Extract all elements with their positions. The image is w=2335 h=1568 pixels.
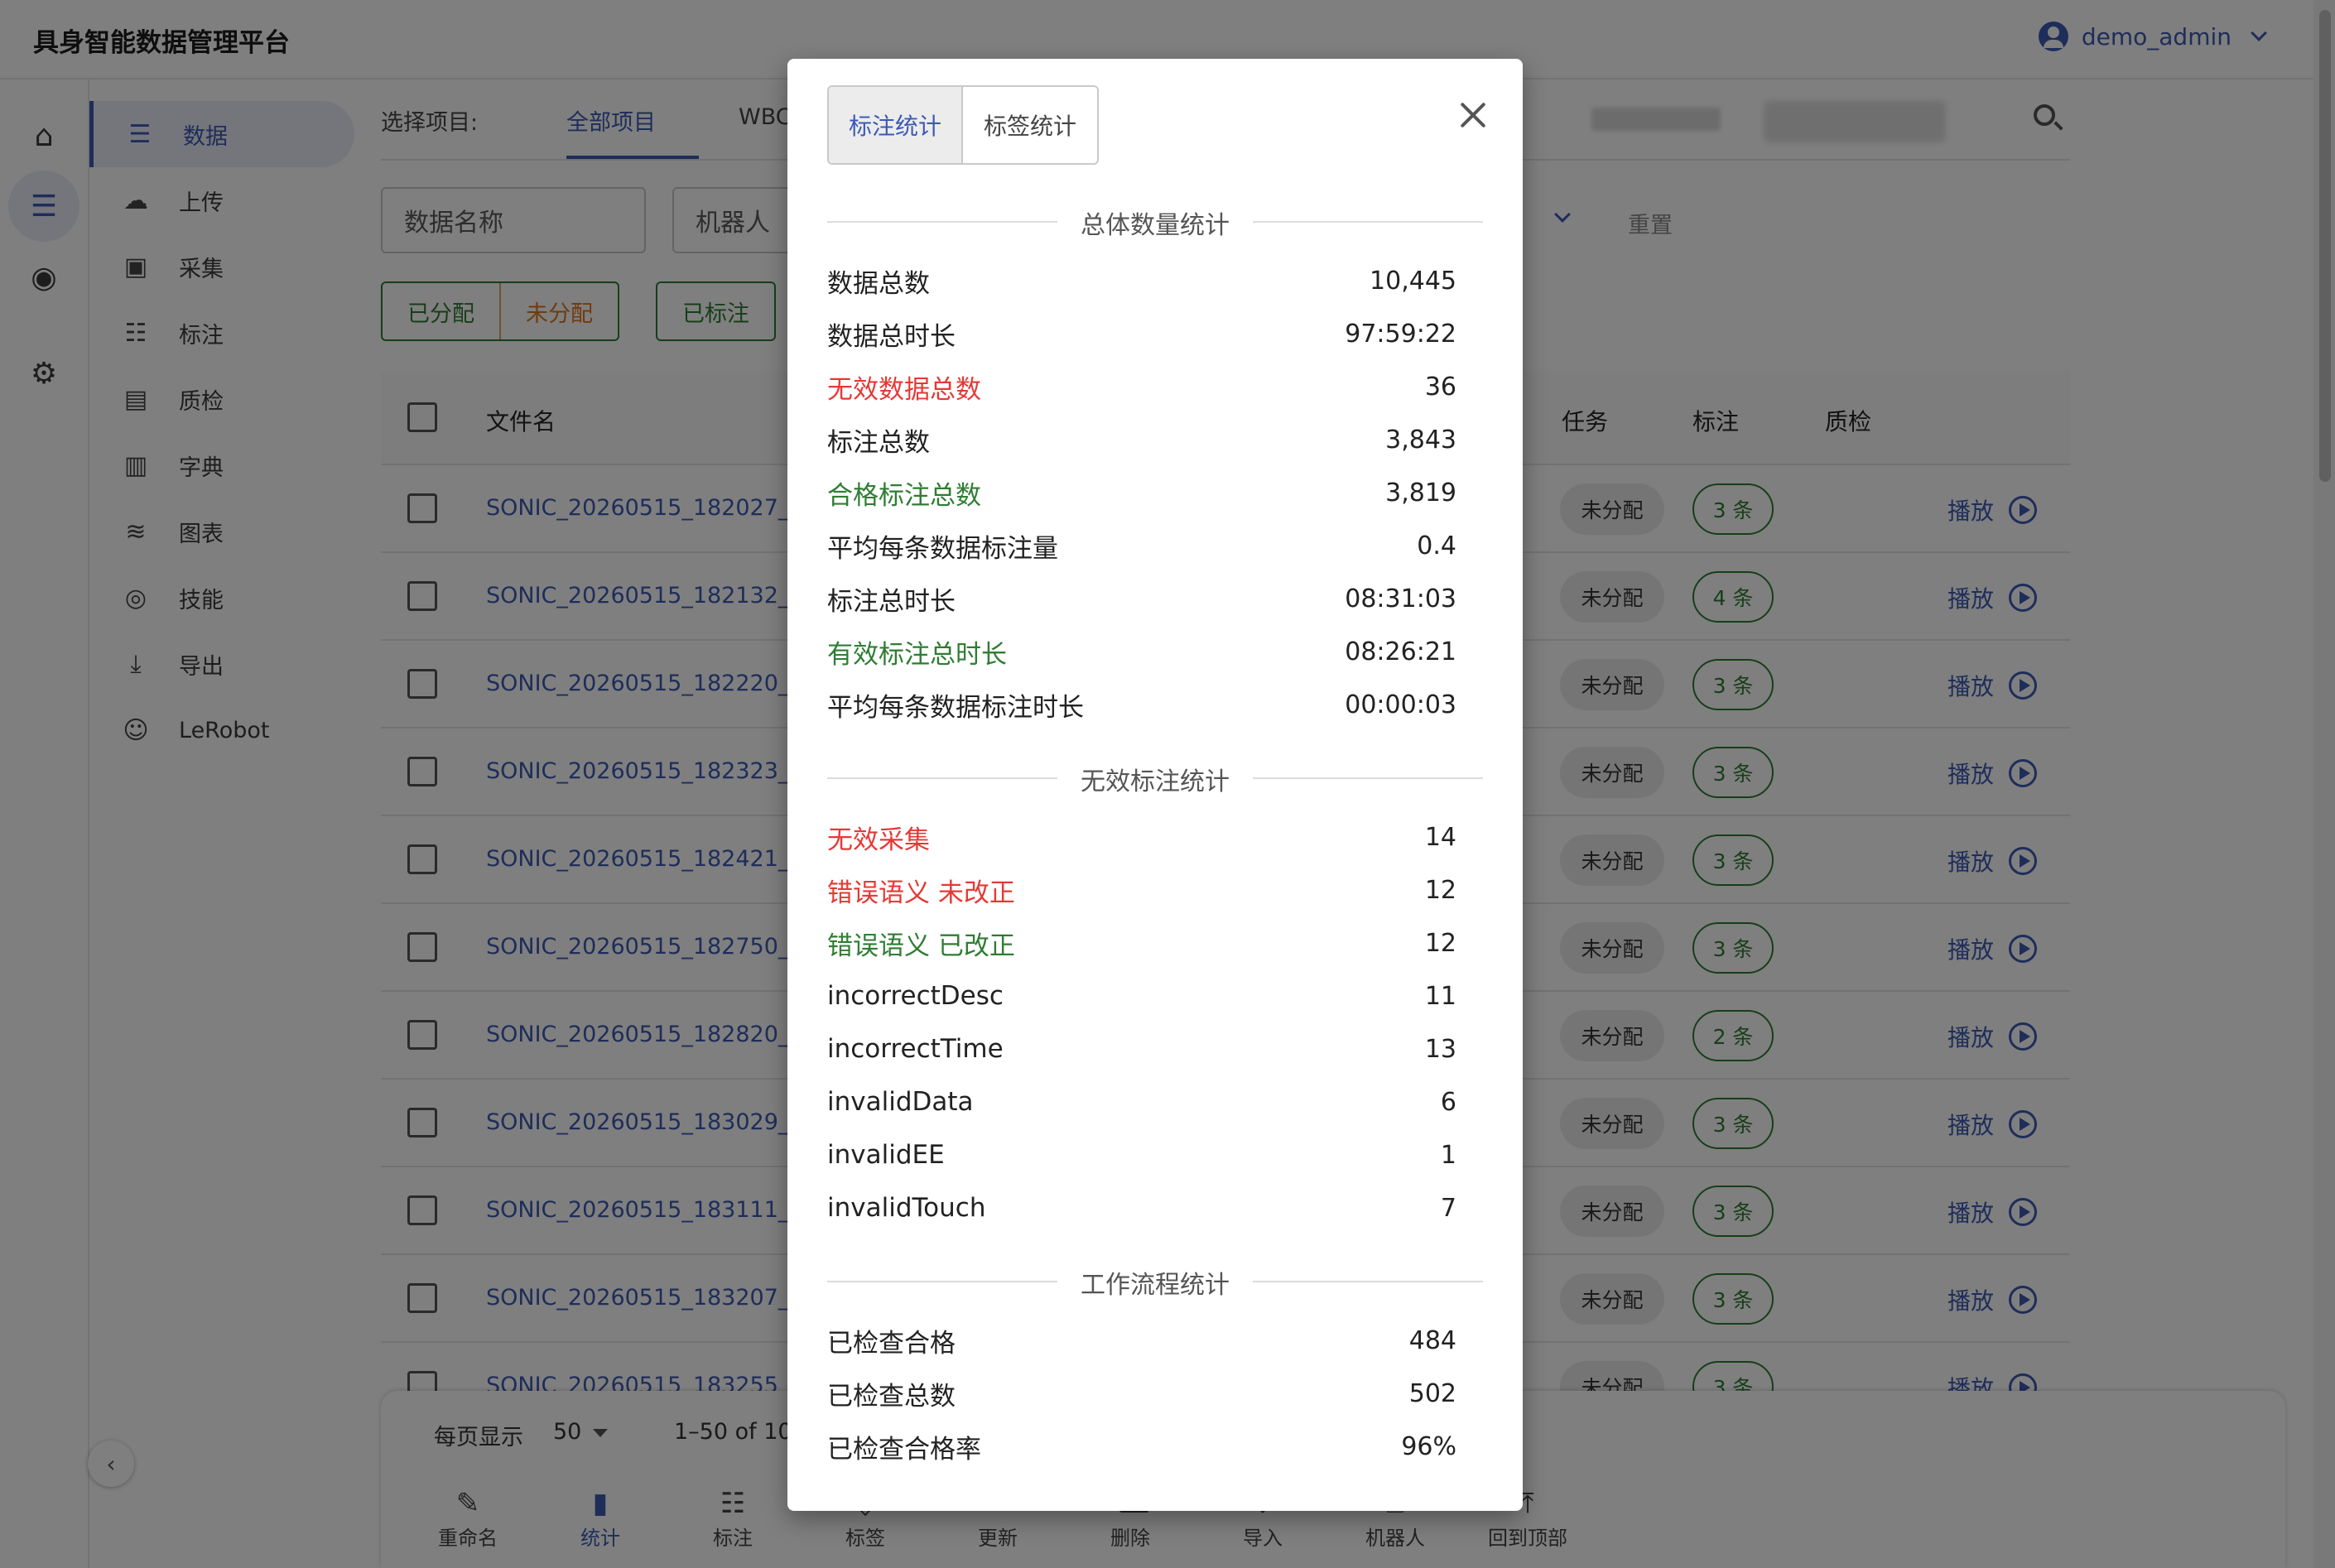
- divider: [1253, 221, 1483, 223]
- stat-label: 合格标注总数: [827, 480, 981, 511]
- stat-value: 08:26:21: [1345, 637, 1456, 666]
- stat-row: 错误语义 未改正 12: [827, 872, 1456, 908]
- stat-row: 已检查合格率 96%: [827, 1428, 1456, 1465]
- stat-value: 00:00:03: [1345, 690, 1456, 719]
- section-header: 工作流程统计: [827, 1264, 1483, 1300]
- divider: [1253, 777, 1483, 779]
- divider: [1253, 1281, 1483, 1282]
- stat-label: 已检查总数: [827, 1381, 956, 1412]
- stat-row: incorrectDesc 11: [827, 978, 1456, 1014]
- stat-row: 已检查总数 502: [827, 1375, 1456, 1412]
- stat-row: invalidTouch 7: [827, 1190, 1456, 1226]
- tab-label-stats[interactable]: 标签统计: [963, 87, 1097, 163]
- stat-row: 无效数据总数 36: [827, 368, 1456, 405]
- stat-row: 数据总数 10,445: [827, 262, 1456, 299]
- stat-row: 已检查合格 484: [827, 1322, 1456, 1359]
- stat-value: 3,843: [1385, 425, 1456, 455]
- stat-value: 502: [1408, 1378, 1456, 1408]
- stat-row: 标注总数 3,843: [827, 421, 1456, 458]
- stat-label: 已检查合格: [827, 1328, 956, 1359]
- stat-label: 有效标注总时长: [827, 639, 1007, 670]
- stat-row: invalidEE 1: [827, 1137, 1456, 1173]
- stat-row: 有效标注总时长 08:26:21: [827, 633, 1456, 670]
- stat-row: 错误语义 已改正 12: [827, 925, 1456, 961]
- stat-label: incorrectTime: [827, 1034, 1004, 1064]
- stat-value: 7: [1440, 1193, 1456, 1223]
- stat-value: 12: [1424, 928, 1456, 958]
- stat-label: 标注总数: [827, 427, 930, 458]
- statistics-dialog: 标注统计 标签统计 总体数量统计数据总数 10,445 数据总时长 97:59:22 无…: [787, 59, 1523, 1511]
- stat-label: incorrectDesc: [827, 981, 1004, 1011]
- stat-value: 12: [1424, 875, 1456, 905]
- section-header: 总体数量统计: [827, 204, 1483, 240]
- stat-row: incorrectTime 13: [827, 1031, 1456, 1067]
- stat-value: 10,445: [1370, 266, 1456, 296]
- stat-label: 标注总时长: [827, 586, 956, 617]
- section-title: 无效标注统计: [1081, 767, 1230, 796]
- stat-row: 合格标注总数 3,819: [827, 474, 1456, 511]
- section-header: 无效标注统计: [827, 761, 1483, 796]
- stat-value: 13: [1424, 1034, 1456, 1064]
- stat-value: 97:59:22: [1345, 319, 1456, 349]
- stat-value: 08:31:03: [1345, 584, 1456, 613]
- tab-annotation-stats[interactable]: 标注统计: [829, 87, 963, 163]
- stat-value: 11: [1424, 981, 1456, 1011]
- stat-label: 无效采集: [827, 825, 930, 855]
- stat-label: 平均每条数据标注量: [827, 533, 1058, 564]
- section-title: 总体数量统计: [1081, 211, 1230, 240]
- dialog-tabs: 标注统计 标签统计: [827, 85, 1099, 165]
- stat-label: invalidTouch: [827, 1193, 986, 1223]
- stat-label: invalidData: [827, 1087, 974, 1117]
- stat-row: 平均每条数据标注时长 00:00:03: [827, 686, 1456, 723]
- stat-row: 数据总时长 97:59:22: [827, 315, 1456, 352]
- stat-label: 已检查合格率: [827, 1434, 981, 1465]
- stat-row: invalidData 6: [827, 1084, 1456, 1120]
- stat-label: 数据总时长: [827, 321, 956, 352]
- stat-row: 标注总时长 08:31:03: [827, 580, 1456, 617]
- stat-value: 36: [1424, 372, 1456, 402]
- stat-label: 无效数据总数: [827, 374, 981, 405]
- stat-value: 6: [1440, 1087, 1456, 1117]
- close-icon[interactable]: [1450, 92, 1496, 138]
- stat-row: 平均每条数据标注量 0.4: [827, 527, 1456, 564]
- stat-value: 484: [1408, 1325, 1456, 1355]
- stat-value: 3,819: [1385, 478, 1456, 507]
- stat-label: 错误语义 未改正: [827, 878, 1015, 908]
- stat-row: 无效采集 14: [827, 819, 1456, 855]
- stat-label: 平均每条数据标注时长: [827, 692, 1084, 723]
- stat-value: 96%: [1401, 1431, 1456, 1461]
- stat-label: invalidEE: [827, 1140, 945, 1170]
- stat-label: 错误语义 已改正: [827, 931, 1015, 961]
- stat-value: 0.4: [1417, 531, 1456, 560]
- stat-label: 数据总数: [827, 268, 930, 299]
- stat-value: 1: [1440, 1140, 1456, 1170]
- stat-value: 14: [1424, 822, 1456, 852]
- section-title: 工作流程统计: [1081, 1271, 1230, 1300]
